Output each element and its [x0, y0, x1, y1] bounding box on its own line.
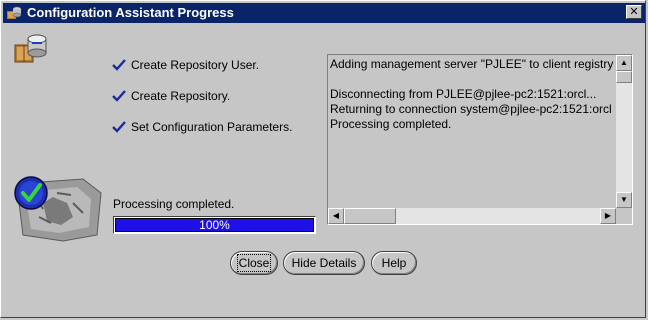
scroll-left-icon[interactable]: ◀ [328, 208, 344, 224]
log-line: Adding management server "PJLEE" to clie… [330, 57, 614, 71]
step-label: Create Repository. [131, 89, 231, 103]
config-assistant-window: Configuration Assistant Progress ✕ Creat… [0, 0, 646, 318]
vertical-scrollbar[interactable]: ▲ ▼ [616, 55, 632, 208]
scroll-right-icon[interactable]: ▶ [600, 208, 616, 224]
title-bar[interactable]: Configuration Assistant Progress ✕ [3, 3, 645, 23]
checkmark-icon [112, 59, 126, 71]
checkmark-icon [112, 121, 126, 133]
log-text: Adding management server "PJLEE" to clie… [330, 57, 616, 208]
step-label: Set Configuration Parameters. [131, 120, 293, 134]
hide-details-button-label: Hide Details [291, 256, 357, 270]
close-button-label: Close [236, 254, 272, 272]
database-tool-icon [14, 34, 47, 63]
success-check-icon [14, 176, 102, 242]
oracle-config-icon [7, 6, 22, 19]
progress-bar: 100% [113, 216, 316, 234]
close-button[interactable]: Close [230, 251, 278, 275]
status-label: Processing completed. [113, 197, 235, 211]
step-label: Create Repository User. [131, 58, 260, 72]
help-button[interactable]: Help [371, 251, 417, 275]
progress-percent: 100% [199, 218, 230, 232]
horizontal-scrollbar[interactable]: ◀ ▶ [328, 208, 616, 224]
scroll-down-icon[interactable]: ▼ [616, 192, 632, 208]
log-line: Returning to connection system@pjlee-pc2… [330, 102, 612, 116]
window-title: Configuration Assistant Progress [27, 5, 234, 20]
log-line: Disconnecting from PJLEE@pjlee-pc2:1521:… [330, 87, 597, 101]
window-close-button[interactable]: ✕ [626, 5, 642, 19]
vertical-scroll-thumb[interactable] [616, 71, 632, 83]
help-button-label: Help [381, 256, 407, 270]
hide-details-button[interactable]: Hide Details [283, 251, 365, 275]
details-log[interactable]: Adding management server "PJLEE" to clie… [327, 54, 633, 225]
horizontal-scroll-thumb[interactable] [344, 208, 396, 224]
log-line: Processing completed. [330, 117, 452, 131]
scroll-up-icon[interactable]: ▲ [616, 55, 632, 71]
scroll-corner [616, 208, 632, 224]
checkmark-icon [112, 90, 126, 102]
